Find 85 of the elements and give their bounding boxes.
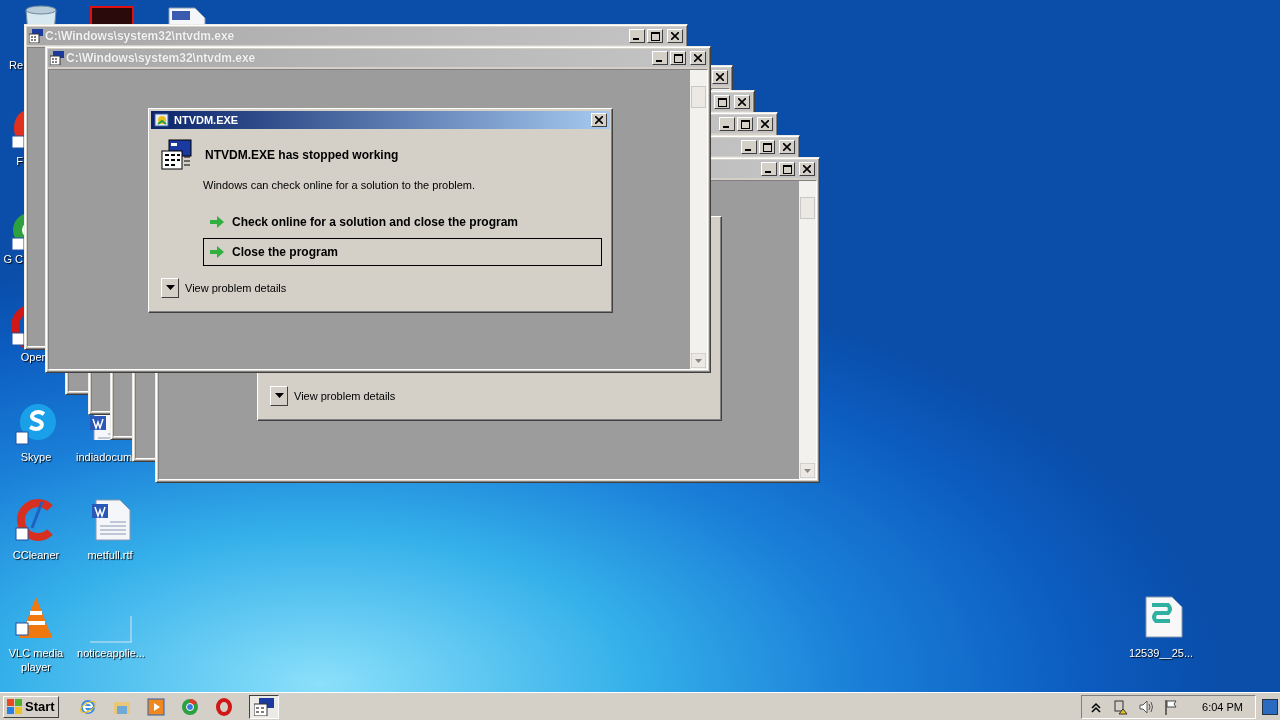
document-icon[interactable] [165, 6, 209, 24]
start-button[interactable]: Start [3, 695, 59, 718]
icon-label: Re [7, 58, 23, 72]
icon-label: Oper [19, 350, 47, 364]
expand-button[interactable] [161, 278, 179, 298]
close-icon [783, 143, 791, 151]
close-button[interactable] [757, 117, 773, 131]
clock[interactable]: 6:04 PM [1202, 700, 1243, 713]
program-window-icon [161, 139, 193, 171]
minimize-button[interactable] [629, 29, 645, 43]
icon-label: G C [2, 252, 23, 266]
close-button[interactable] [712, 70, 728, 84]
scroll-thumb[interactable] [800, 197, 815, 219]
arrow-right-icon [210, 246, 224, 258]
icon-label: F [15, 154, 23, 168]
dialog-app-icon [154, 112, 170, 128]
scroll-down-icon[interactable] [691, 353, 706, 368]
details-label: View problem details [185, 282, 287, 294]
command-link[interactable]: Close the program [203, 238, 602, 266]
maximize-button[interactable] [779, 162, 795, 176]
maximize-icon [650, 31, 660, 41]
flag-icon[interactable] [1163, 698, 1180, 715]
window-title: C:\Windows\system32\ntvdm.exe [45, 29, 235, 43]
window-title: C:\Windows\system32\ntvdm.exe [66, 51, 256, 65]
word-document-icon[interactable] [88, 415, 110, 440]
icon-label: indiadocum [76, 450, 134, 464]
maximize-button[interactable] [714, 95, 730, 109]
speaker-icon[interactable] [1138, 698, 1155, 715]
chat-s-icon[interactable] [14, 402, 58, 446]
scroll-down-icon[interactable] [800, 463, 815, 478]
minimize-button[interactable] [652, 51, 668, 65]
scrollbar[interactable] [799, 181, 816, 479]
close-button[interactable] [591, 113, 607, 127]
ring-icon[interactable] [214, 697, 233, 716]
windows-logo-icon [7, 698, 23, 715]
scroll-thumb[interactable] [691, 86, 706, 108]
maximize-button[interactable] [759, 140, 775, 154]
close-button[interactable] [799, 162, 815, 176]
network-icon[interactable] [1113, 698, 1130, 715]
scrollbar[interactable] [690, 70, 707, 369]
close-button[interactable] [779, 140, 795, 154]
play-icon[interactable] [146, 697, 165, 716]
maximize-icon [740, 119, 750, 129]
close-button[interactable] [690, 51, 706, 65]
console-icon [29, 29, 43, 43]
close-icon [595, 116, 603, 124]
close-icon [671, 32, 679, 40]
maximize-icon [782, 164, 792, 174]
show-desktop-icon[interactable] [1262, 696, 1278, 717]
minimize-button[interactable] [741, 140, 757, 154]
maximize-icon [762, 142, 772, 152]
error-message: Windows can check online for a solution to the problem. [203, 179, 477, 191]
maximize-button[interactable] [647, 29, 663, 43]
caret-down-icon [165, 285, 175, 291]
close-icon [694, 54, 702, 62]
console-icon [253, 697, 274, 716]
icon-label: metfull.rtf [86, 548, 134, 562]
ring-icon[interactable] [10, 305, 24, 349]
maximize-button[interactable] [670, 51, 686, 65]
close-button[interactable] [667, 29, 683, 43]
expand-button[interactable] [270, 386, 288, 406]
maximize-icon [717, 97, 727, 107]
maximize-button[interactable] [737, 117, 753, 131]
browser-e-icon[interactable] [78, 697, 97, 716]
minimize-button[interactable] [761, 162, 777, 176]
error-heading: NTVDM.EXE has stopped working [205, 148, 399, 162]
icon-label: CCleaner [11, 548, 61, 562]
browser-icon[interactable] [180, 697, 199, 716]
close-icon [803, 165, 811, 173]
close-icon [738, 98, 746, 106]
close-icon [716, 73, 724, 81]
maximize-icon [673, 53, 683, 63]
close-button[interactable] [734, 95, 750, 109]
close-icon [761, 120, 769, 128]
console-icon [50, 51, 64, 65]
icon-label: noticeapplie... [76, 646, 146, 660]
dialog-title: NTVDM.EXE [174, 114, 239, 126]
command-link[interactable]: Check online for a solution and close the program [203, 208, 602, 236]
minimize-button[interactable] [719, 117, 735, 131]
details-label: View problem details [294, 390, 396, 402]
taskbar-button[interactable] [248, 694, 279, 719]
icon-label: Skype [19, 450, 53, 464]
icon-label: VLC media player [7, 646, 65, 674]
icon-label: 12539__25... [1127, 646, 1195, 660]
arrow-right-icon [210, 216, 224, 228]
